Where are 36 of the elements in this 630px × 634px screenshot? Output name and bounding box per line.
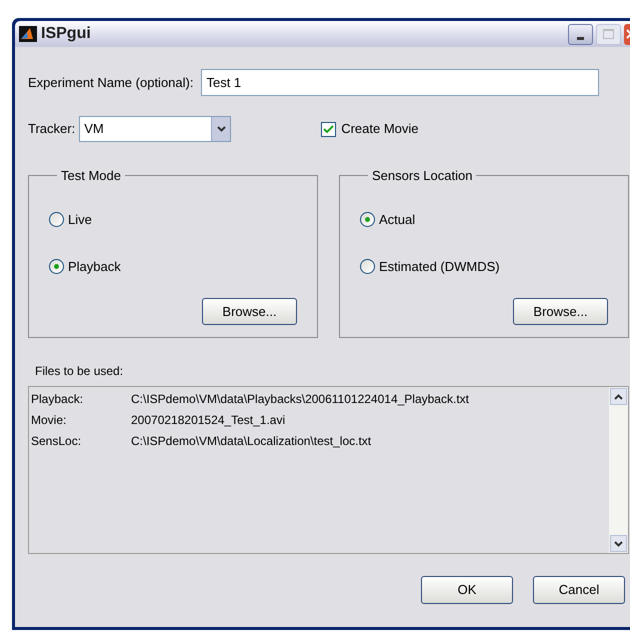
radio-button[interactable] — [49, 259, 64, 274]
dialog-button[interactable]: Cancel — [533, 576, 625, 604]
checkbox-label: Create Movie — [341, 120, 419, 138]
radio-label: Estimated (DWMDS) — [379, 258, 500, 276]
app-icon — [19, 26, 37, 42]
group-title: Sensors Location — [371, 167, 474, 185]
radio-label: Live — [68, 210, 92, 228]
field-label: Tracker: — [28, 120, 76, 138]
radio-button[interactable] — [360, 212, 375, 227]
radio-label: Actual — [379, 210, 416, 228]
radio-button[interactable] — [49, 212, 64, 227]
file-path: C:\ISPdemo\VM\data\Playbacks\20061101224014_Playback.txt — [131, 391, 469, 408]
file-kind: Playback: — [31, 391, 84, 408]
file-kind: Movie: — [31, 412, 68, 429]
radio-button[interactable] — [360, 259, 375, 274]
group-title: Test Mode — [60, 167, 122, 185]
minimize-button[interactable] — [568, 24, 593, 44]
scroll-down-button[interactable] — [610, 535, 627, 552]
check-icon — [323, 124, 334, 134]
radio-label: Playback — [68, 258, 121, 276]
checkbox[interactable] — [321, 122, 336, 136]
file-path: C:\ISPdemo\VM\data\Localization\test_loc.txt — [131, 433, 372, 450]
chevron-up-icon — [614, 394, 623, 400]
browse-button[interactable]: Browse... — [513, 298, 608, 325]
tracker-dropdown[interactable]: VM — [79, 116, 232, 142]
file-path: 20070218201524_Test_1.avi — [131, 412, 286, 429]
chevron-down-icon — [216, 126, 226, 132]
dialog-button[interactable]: OK — [421, 576, 513, 604]
scroll-up-button[interactable] — [610, 388, 627, 405]
window-title: ISPgui — [41, 24, 91, 44]
files-label: Files to be used: — [35, 363, 124, 380]
experiment-name-field[interactable]: Test 1 — [201, 69, 600, 96]
field-label: Experiment Name (optional): — [28, 74, 194, 92]
browse-button[interactable]: Browse... — [202, 298, 297, 325]
chevron-down-icon — [614, 540, 623, 546]
file-kind: SensLoc: — [31, 433, 82, 450]
